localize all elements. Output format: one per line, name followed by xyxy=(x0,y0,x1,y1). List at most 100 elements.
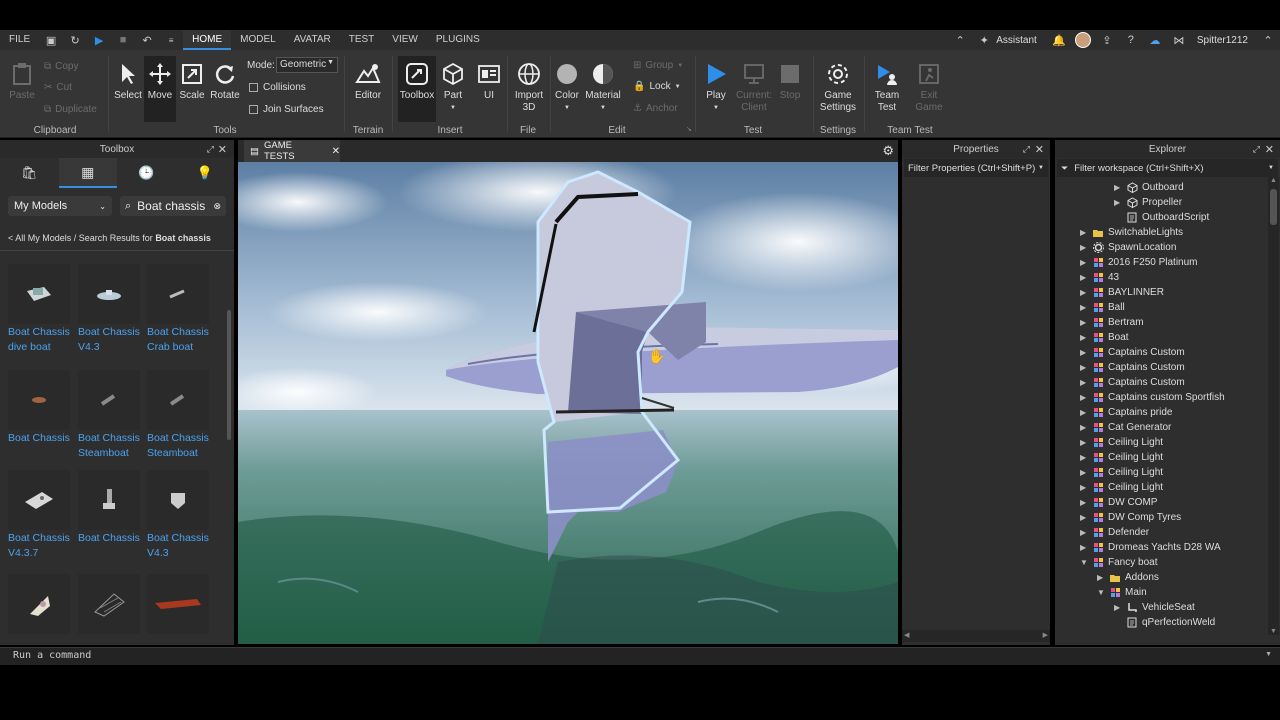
command-input[interactable]: Run a command xyxy=(13,650,91,661)
list-item[interactable]: Boat Chassis V4.3 xyxy=(78,264,142,354)
tree-item[interactable]: ▶ Propeller xyxy=(1114,195,1182,210)
list-item[interactable]: Boat Chassis Crab boat xyxy=(147,264,211,354)
game-viewport[interactable]: ✋ xyxy=(238,162,898,644)
expand-arrow-icon[interactable]: ▶ xyxy=(1080,468,1090,477)
close-icon[interactable]: ✕ xyxy=(218,143,227,156)
filter-workspace-input[interactable]: ⏷ Filter workspace (Ctrl+Shift+X) ▼ xyxy=(1057,159,1278,177)
tab-home[interactable]: HOME xyxy=(183,30,232,50)
tree-item[interactable]: OutboardScript xyxy=(1114,210,1209,225)
filter-properties-input[interactable]: Filter Properties (Ctrl+Shift+P) ▼ xyxy=(904,159,1048,177)
tree-item[interactable]: ▶ BAYLINNER xyxy=(1080,285,1164,300)
tree-item[interactable]: ▶ Ball xyxy=(1080,300,1125,315)
tree-item[interactable]: ▶ Captains Custom xyxy=(1080,360,1185,375)
list-item[interactable]: Boat Chassis V4.3.7 xyxy=(8,470,72,560)
username[interactable]: Spitter1212 xyxy=(1197,35,1248,46)
collapse-arrow-icon[interactable]: ▼ xyxy=(1080,558,1090,567)
rotate-tool-button[interactable]: Rotate xyxy=(210,60,240,102)
close-icon[interactable]: ✕ xyxy=(1265,143,1274,156)
lock-button[interactable]: 🔒 Lock ▼ xyxy=(633,81,681,92)
gear-icon[interactable]: ⚙ xyxy=(882,143,894,159)
stop-button[interactable]: Stop xyxy=(776,60,804,102)
game-settings-button[interactable]: Game Settings xyxy=(818,60,858,114)
tree-item[interactable]: ▶ SpawnLocation xyxy=(1080,240,1176,255)
file-menu[interactable]: FILE xyxy=(0,30,39,50)
cut-button[interactable]: ✂ Cut xyxy=(44,82,72,93)
scale-tool-button[interactable]: Scale xyxy=(178,60,206,102)
list-item[interactable] xyxy=(8,574,72,634)
tab-plugins[interactable]: PLUGINS xyxy=(427,30,489,50)
expand-corner-icon[interactable]: ↘ xyxy=(686,125,692,133)
expand-arrow-icon[interactable]: ▶ xyxy=(1080,438,1090,447)
tree-item[interactable]: ▶ Ceiling Light xyxy=(1080,450,1163,465)
color-button[interactable]: Color ▼ xyxy=(553,60,581,114)
play-button[interactable]: Play ▼ xyxy=(702,60,730,114)
undock-icon[interactable]: ⤢ xyxy=(207,144,214,155)
expand-arrow-icon[interactable]: ▶ xyxy=(1080,528,1090,537)
collapse-arrow-icon[interactable]: ▼ xyxy=(1097,588,1107,597)
list-item[interactable] xyxy=(147,574,211,634)
tree-item[interactable]: ▶ Ceiling Light xyxy=(1080,435,1163,450)
tree-item[interactable]: ▶ DW Comp Tyres xyxy=(1080,510,1181,525)
expand-arrow-icon[interactable]: ▶ xyxy=(1080,243,1090,252)
share-icon[interactable]: ⇪ xyxy=(1099,32,1115,48)
toolbox-button[interactable]: Toolbox xyxy=(398,56,436,122)
exit-game-button[interactable]: Exit Game xyxy=(912,60,946,114)
expand-icon[interactable]: ⌃ xyxy=(1260,32,1276,48)
list-item[interactable]: Boat Chassis V4.3 xyxy=(147,470,211,560)
duplicate-button[interactable]: ⧉ Duplicate xyxy=(44,104,97,115)
expand-arrow-icon[interactable]: ▶ xyxy=(1080,318,1090,327)
undo-icon[interactable]: ↶ xyxy=(139,32,155,48)
expand-arrow-icon[interactable]: ▶ xyxy=(1080,348,1090,357)
expand-arrow-icon[interactable]: ▶ xyxy=(1080,513,1090,522)
expand-arrow-icon[interactable]: ▶ xyxy=(1080,453,1090,462)
cloud-icon[interactable]: ☁ xyxy=(1147,32,1163,48)
breadcrumb[interactable]: < All My Models / Search Results for Boa… xyxy=(8,233,211,243)
join-surfaces-checkbox[interactable]: Join Surfaces xyxy=(249,104,324,115)
expand-arrow-icon[interactable]: ▶ xyxy=(1080,498,1090,507)
redo-icon[interactable]: ↻ xyxy=(67,32,83,48)
tree-item[interactable]: ▶ Captains custom Sportfish xyxy=(1080,390,1225,405)
tab-inventory[interactable]: ▦ xyxy=(58,158,117,188)
tree-item[interactable]: ▶ Defender xyxy=(1080,525,1149,540)
tab-recent[interactable]: 🕒 xyxy=(117,158,176,188)
copy-button[interactable]: ⧉ Copy xyxy=(44,61,79,72)
tree-item[interactable]: ▼ Main xyxy=(1097,585,1147,600)
expand-arrow-icon[interactable]: ▶ xyxy=(1080,258,1090,267)
notifications-icon[interactable]: 🔔 xyxy=(1051,32,1067,48)
undock-icon[interactable]: ⤢ xyxy=(1253,144,1260,155)
tree-item[interactable]: ▶ Addons xyxy=(1097,570,1159,585)
expand-arrow-icon[interactable]: ▶ xyxy=(1114,603,1124,612)
chevron-down-icon[interactable]: ▼ xyxy=(1265,651,1272,658)
toolbox-scrollbar[interactable] xyxy=(227,310,231,440)
collisions-checkbox[interactable]: Collisions xyxy=(249,82,306,93)
tree-item[interactable]: ▶ Captains Custom xyxy=(1080,375,1185,390)
tree-item[interactable]: ▶ Dromeas Yachts D28 WA xyxy=(1080,540,1221,555)
tree-item[interactable]: ▶ Ceiling Light xyxy=(1080,465,1163,480)
expand-arrow-icon[interactable]: ▶ xyxy=(1114,183,1124,192)
network-icon[interactable]: ⋈ xyxy=(1171,32,1187,48)
tab-model[interactable]: MODEL xyxy=(231,30,285,50)
tab-game-tests[interactable]: ▤ GAME TESTS ✕ xyxy=(244,140,340,162)
category-dropdown[interactable]: My Models ⌄ xyxy=(8,196,112,216)
avatar[interactable] xyxy=(1074,32,1091,48)
list-item[interactable]: Boat Chassis xyxy=(8,370,72,447)
expand-arrow-icon[interactable]: ▶ xyxy=(1080,543,1090,552)
ui-button[interactable]: UI xyxy=(476,60,502,102)
tree-item[interactable]: ▶ Ceiling Light xyxy=(1080,480,1163,495)
paste-button[interactable]: Paste xyxy=(8,60,36,102)
expand-arrow-icon[interactable]: ▶ xyxy=(1080,303,1090,312)
list-item[interactable]: Boat Chassis Steamboat xyxy=(78,370,142,460)
expand-arrow-icon[interactable]: ▶ xyxy=(1080,378,1090,387)
expand-arrow-icon[interactable]: ▶ xyxy=(1080,423,1090,432)
assistant-button[interactable]: Assistant xyxy=(996,35,1037,46)
select-tool-button[interactable]: Select xyxy=(114,60,142,102)
assistant-icon[interactable]: ✦ xyxy=(976,32,992,48)
tab-view[interactable]: VIEW xyxy=(383,30,427,50)
tree-item[interactable]: ▶ SwitchableLights xyxy=(1080,225,1183,240)
tree-item[interactable]: ▶ Boat xyxy=(1080,330,1129,345)
material-button[interactable]: Material ▼ xyxy=(584,60,622,114)
play-quick-icon[interactable]: ▶ xyxy=(91,32,107,48)
tree-item[interactable]: ▶ Cat Generator xyxy=(1080,420,1171,435)
tree-item[interactable]: ▶ Bertram xyxy=(1080,315,1144,330)
expand-arrow-icon[interactable]: ▶ xyxy=(1080,228,1090,237)
